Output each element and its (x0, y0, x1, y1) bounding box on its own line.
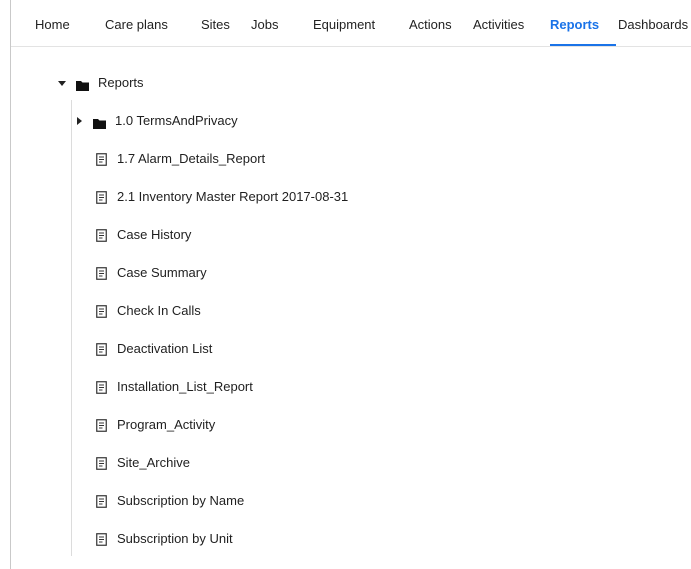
tree-folder-terms-and-privacy[interactable]: 1.0 TermsAndPrivacy (75, 111, 238, 131)
report-label: Installation_List_Report (117, 379, 253, 394)
nav-item-sites[interactable]: Sites (201, 17, 230, 33)
tree-report-item[interactable]: Case History (96, 225, 191, 245)
tree-guide-line (71, 100, 72, 556)
report-label: Case History (117, 227, 192, 242)
tree-report-item[interactable]: Installation_List_Report (96, 377, 253, 397)
report-icon (96, 190, 107, 204)
tree-report-item[interactable]: Subscription by Name (96, 491, 244, 511)
report-icon (96, 266, 107, 280)
report-icon (96, 342, 107, 356)
nav-item-reports[interactable]: Reports (550, 17, 599, 33)
nav-item-jobs[interactable]: Jobs (251, 17, 278, 33)
tree-report-item[interactable]: Deactivation List (96, 339, 212, 359)
report-label: Subscription by Unit (117, 531, 233, 546)
report-icon (96, 304, 107, 318)
tree-report-item[interactable]: 2.1 Inventory Master Report 2017-08-31 (96, 187, 348, 207)
tree-report-item[interactable]: Check In Calls (96, 301, 201, 321)
report-icon (96, 152, 107, 166)
tree-report-item[interactable]: 1.7 Alarm_Details_Report (96, 149, 265, 169)
report-label: Site_Archive (117, 455, 190, 470)
report-icon (96, 380, 107, 394)
nav-item-care-plans[interactable]: Care plans (105, 17, 168, 33)
report-label: Program_Activity (117, 417, 216, 432)
nav-item-activities[interactable]: Activities (473, 17, 524, 33)
caret-right-icon[interactable] (75, 111, 83, 131)
top-navigation: Home Care plans Sites Jobs Equipment Act… (11, 0, 691, 47)
report-label: Deactivation List (117, 341, 213, 356)
report-icon (96, 494, 107, 508)
nav-item-home[interactable]: Home (35, 17, 70, 33)
report-label: 1.7 Alarm_Details_Report (117, 151, 266, 166)
tree-folder-label: 1.0 TermsAndPrivacy (115, 113, 238, 128)
report-label: Subscription by Name (117, 493, 245, 508)
report-icon (96, 418, 107, 432)
caret-down-icon[interactable] (58, 73, 66, 93)
active-tab-indicator (550, 44, 616, 46)
report-label: Check In Calls (117, 303, 201, 318)
folder-icon (93, 116, 106, 129)
tree-report-item[interactable]: Case Summary (96, 263, 207, 283)
nav-item-actions[interactable]: Actions (409, 17, 452, 33)
report-label: Case Summary (117, 265, 207, 280)
tree-report-item[interactable]: Subscription by Unit (96, 529, 233, 549)
report-icon (96, 228, 107, 242)
report-icon (96, 532, 107, 546)
tree-root-reports[interactable]: Reports (58, 73, 144, 93)
folder-icon (76, 78, 89, 91)
tree-root-label: Reports (98, 75, 144, 90)
report-icon (96, 456, 107, 470)
reports-panel: Home Care plans Sites Jobs Equipment Act… (10, 0, 691, 569)
tree-report-item[interactable]: Site_Archive (96, 453, 190, 473)
nav-item-dashboards[interactable]: Dashboards (618, 17, 688, 33)
tree-report-item[interactable]: Program_Activity (96, 415, 215, 435)
nav-item-equipment[interactable]: Equipment (313, 17, 375, 33)
report-label: 2.1 Inventory Master Report 2017-08-31 (117, 189, 349, 204)
